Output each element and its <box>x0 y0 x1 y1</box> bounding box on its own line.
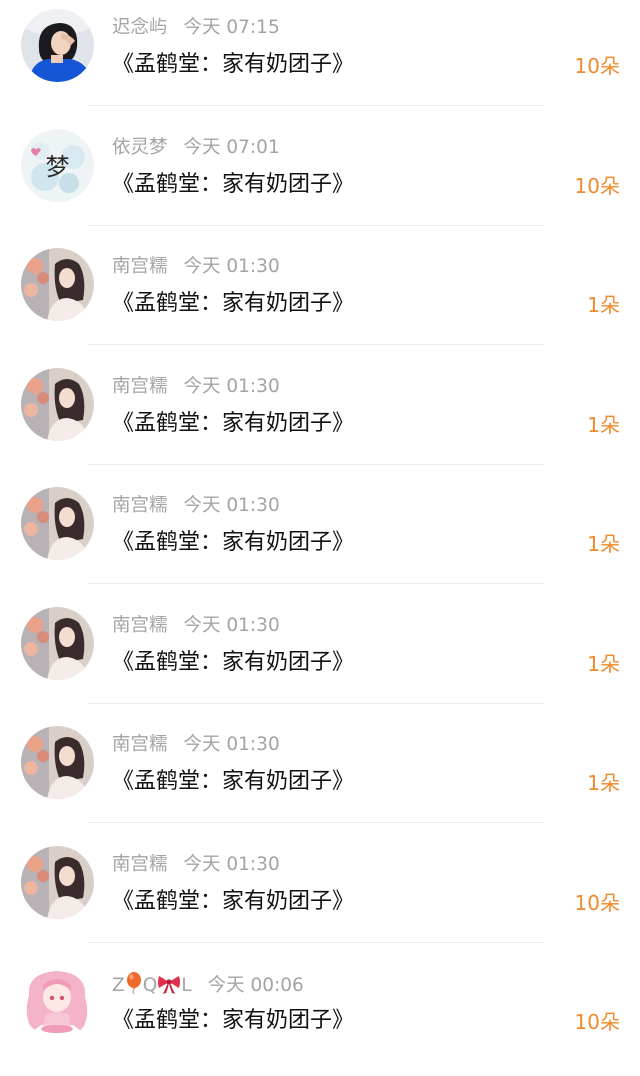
list-item[interactable]: 南宫糯 今天 01:30 《孟鹤堂：家有奶团子》 10朵 <box>0 837 640 957</box>
list-item[interactable]: 南宫糯 今天 01:30 《孟鹤堂：家有奶团子》 1朵 <box>0 598 640 718</box>
book-title[interactable]: 《孟鹤堂：家有奶团子》 <box>112 767 354 797</box>
divider <box>88 822 544 823</box>
list-item[interactable]: 南宫糯 今天 01:30 《孟鹤堂：家有奶团子》 1朵 <box>0 478 640 598</box>
flower-count: 1朵 <box>587 293 620 317</box>
girl-with-flowers-avatar <box>21 367 94 441</box>
girl-with-flowers-avatar <box>21 606 94 680</box>
sender-name[interactable]: 南宫糯 <box>112 376 168 397</box>
girl-with-flowers-avatar <box>21 845 94 919</box>
gift-meta: 迟念屿 今天 07:15 <box>112 16 280 40</box>
book-title[interactable]: 《孟鹤堂：家有奶团子》 <box>112 170 354 200</box>
girl-with-flowers-avatar <box>21 487 94 560</box>
sender-name[interactable]: 南宫糯 <box>112 734 168 755</box>
flower-count: 10朵 <box>574 890 620 915</box>
book-title[interactable]: 《孟鹤堂：家有奶团子》 <box>112 409 354 439</box>
girl-with-flowers-avatar <box>21 248 94 321</box>
gift-meta: 依灵梦 今天 07:01 <box>112 136 280 160</box>
divider <box>88 344 544 345</box>
gift-time: 今天 07:01 <box>183 136 280 158</box>
flower-count: 1朵 <box>587 412 620 437</box>
book-title[interactable]: 《孟鹤堂：家有奶团子》 <box>112 50 354 80</box>
girl-blue-shirt-avatar <box>21 9 94 82</box>
list-item[interactable]: 南宫糯 今天 01:30 《孟鹤堂：家有奶团子》 1朵 <box>0 717 640 837</box>
avatar[interactable]: 梦 <box>21 128 94 202</box>
gift-meta: 南宫糯 今天 01:30 <box>112 375 280 399</box>
avatar[interactable] <box>21 606 94 680</box>
gift-time: 今天 00:06 <box>207 975 304 996</box>
gift-time: 今天 01:30 <box>183 614 280 636</box>
flower-count: 1朵 <box>587 651 620 676</box>
sender-name[interactable]: ZQ L <box>112 972 192 996</box>
divider <box>88 105 544 106</box>
flower-count: 10朵 <box>574 1010 620 1034</box>
gift-time: 今天 01:30 <box>183 495 280 516</box>
gift-time: 今天 01:30 <box>183 375 280 397</box>
sender-name-part: Q <box>142 975 158 996</box>
gift-meta: 南宫糯 今天 01:30 <box>112 255 280 279</box>
gift-time: 今天 07:15 <box>183 17 280 38</box>
list-item[interactable]: 南宫糯 今天 01:30 《孟鹤堂：家有奶团子》 1朵 <box>0 359 640 479</box>
girl-with-flowers-avatar <box>21 726 94 799</box>
avatar[interactable] <box>21 726 94 799</box>
gift-meta: 南宫糯 今天 01:30 <box>112 614 280 638</box>
sender-name[interactable]: 南宫糯 <box>112 854 168 875</box>
sender-name[interactable]: 依灵梦 <box>112 137 168 158</box>
flower-count: 1朵 <box>587 532 620 556</box>
list-item[interactable]: 南宫糯 今天 01:30 《孟鹤堂：家有奶团子》 1朵 <box>0 239 640 359</box>
gift-meta: 南宫糯 今天 01:30 <box>112 494 280 518</box>
sender-name-part: L <box>181 975 192 996</box>
divider <box>88 224 544 226</box>
gift-meta: Z Q L 今天 00:06 <box>112 972 304 1001</box>
divider <box>88 702 544 704</box>
book-title[interactable]: 《孟鹤堂：家有奶团子》 <box>112 648 354 678</box>
avatar[interactable] <box>21 9 94 82</box>
book-title[interactable]: 《孟鹤堂：家有奶团子》 <box>112 528 354 558</box>
gift-time: 今天 01:30 <box>183 734 280 755</box>
avatar[interactable] <box>21 845 94 919</box>
gift-meta: 南宫糯 今天 01:30 <box>112 733 280 757</box>
flower-count: 1朵 <box>587 771 620 795</box>
book-title[interactable]: 《孟鹤堂：家有奶团子》 <box>112 1006 354 1036</box>
sender-name-part: Z <box>112 975 125 996</box>
avatar[interactable] <box>21 487 94 560</box>
meng-character-floral-avatar: 梦 <box>21 128 94 202</box>
meng-char: 梦 <box>46 153 70 181</box>
list-item[interactable]: 迟念屿 今天 07:15 《孟鹤堂：家有奶团子》 10朵 <box>0 0 640 120</box>
divider <box>88 941 544 943</box>
divider <box>88 463 544 465</box>
sender-name[interactable]: 南宫糯 <box>112 256 168 277</box>
ribbon-icon <box>157 974 181 1001</box>
list-item[interactable]: Z Q L 今天 00:06 《孟鹤堂：家有奶团子》 10朵 <box>0 956 640 1076</box>
avatar[interactable] <box>21 248 94 321</box>
divider <box>88 583 544 584</box>
flower-count: 10朵 <box>574 54 620 78</box>
sender-name[interactable]: 迟念屿 <box>112 17 168 38</box>
pink-anime-girl-avatar <box>21 965 94 1038</box>
balloon-icon <box>125 972 143 1001</box>
avatar[interactable] <box>21 965 94 1038</box>
gift-time: 今天 01:30 <box>183 256 280 277</box>
gift-time: 今天 01:30 <box>183 853 280 875</box>
book-title[interactable]: 《孟鹤堂：家有奶团子》 <box>112 887 354 917</box>
flower-count: 10朵 <box>574 173 620 198</box>
book-title[interactable]: 《孟鹤堂：家有奶团子》 <box>112 289 354 319</box>
list-item[interactable]: 梦 依灵梦 今天 07:01 《孟鹤堂：家有奶团子》 10朵 <box>0 120 640 240</box>
gift-meta: 南宫糯 今天 01:30 <box>112 853 280 877</box>
sender-name[interactable]: 南宫糯 <box>112 615 168 636</box>
avatar[interactable] <box>21 367 94 441</box>
sender-name[interactable]: 南宫糯 <box>112 495 168 516</box>
